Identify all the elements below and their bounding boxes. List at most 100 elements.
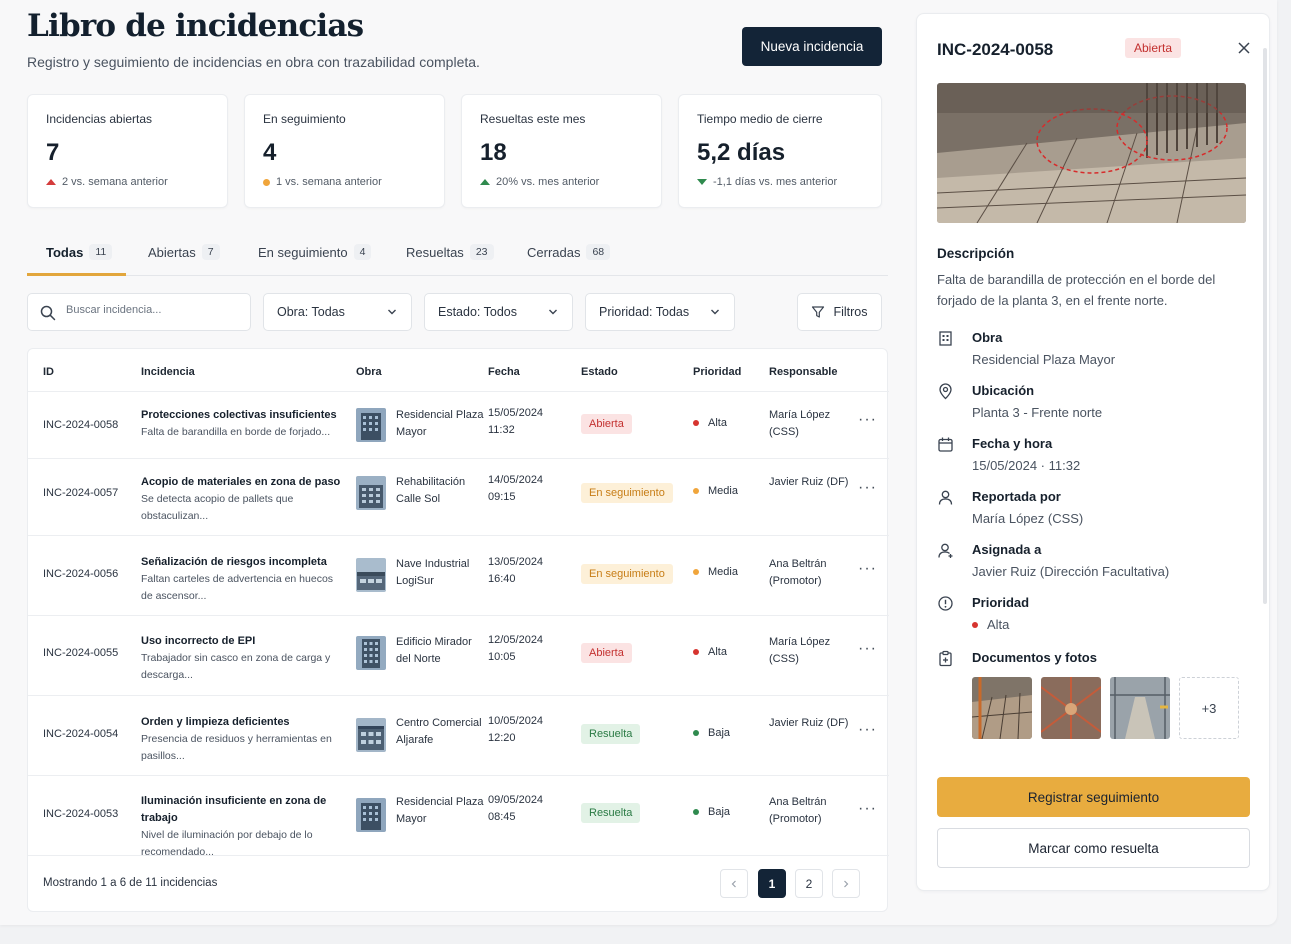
field-label-prioridad: Prioridad [972,595,1030,610]
cell-obra: Edificio Mirador del Norte [396,636,472,665]
priority-dot [693,569,699,575]
kpi-label: Resueltas este mes [480,112,586,126]
cell-responsable: María López (CSS) [769,409,831,438]
doc-thumbnail[interactable] [1041,677,1101,739]
cell-id: INC-2024-0056 [43,568,119,580]
tab-cerradas[interactable]: Cerradas 68 [527,244,611,260]
cell-fecha: 13/05/2024 16:40 [488,556,544,585]
page-button-2[interactable]: 2 [795,869,823,898]
priority-dot [693,809,699,815]
search-input[interactable] [66,304,242,316]
obra-select[interactable]: Obra: Todas [263,293,412,331]
kpi-label: Incidencias abiertas [46,112,153,126]
priority-dot [972,621,978,628]
chevron-down-icon [388,309,396,315]
col-header-fecha[interactable]: Fecha [488,366,520,378]
more-options-icon[interactable]: ··· [858,411,877,429]
description-label: Descripción [937,246,1015,261]
more-options-icon[interactable]: ··· [858,721,877,739]
table-row[interactable]: INC-2024-0053 Iluminación insuficiente e… [28,776,889,858]
status-badge: Resuelta [581,724,641,744]
tab-count: 68 [586,244,611,260]
user-assigned-icon [938,543,953,558]
table-row[interactable]: INC-2024-0056 Señalización de riesgos in… [28,536,889,616]
building-thumbnail [356,718,386,752]
table-row[interactable]: INC-2024-0057 Acopio de materiales en zo… [28,459,889,536]
col-header-obra[interactable]: Obra [356,366,382,378]
cell-obra: Rehabilitación Calle Sol [396,476,466,505]
cell-incidencia: Orden y limpieza deficientes Presencia de… [141,716,332,762]
building-thumbnail [356,476,386,510]
field-label-asignada: Asignada a [972,542,1042,557]
building-thumbnail [356,408,386,442]
filter-funnel-icon [812,306,825,318]
more-options-icon[interactable]: ··· [858,800,877,818]
status-tabs: Todas 11 Abiertas 7 En seguimiento 4 Resuel… [27,232,888,276]
col-header-incidencia[interactable]: Incidencia [141,366,195,378]
active-tab-indicator [27,273,126,276]
prev-page-button[interactable] [720,869,748,898]
cell-incidencia: Señalización de riesgos incompleta Faltan… [141,556,334,602]
incidents-table: ID Incidencia Obra Fecha Estado Priorida… [27,348,889,912]
register-followup-button[interactable]: Registrar seguimiento [937,777,1250,817]
cell-prioridad: Alta [693,417,727,429]
more-options-icon[interactable]: ··· [858,560,877,578]
cell-obra: Residencial Plaza Mayor [396,796,484,825]
doc-thumbnail[interactable] [972,677,1032,739]
tab-abiertas[interactable]: Abiertas 7 [148,244,220,260]
tab-todas[interactable]: Todas 11 [46,244,113,260]
incident-photo [937,83,1246,223]
table-row[interactable]: INC-2024-0058 Protecciones colectivas in… [28,392,889,459]
search-box [27,293,251,331]
search-icon [40,305,56,321]
doc-thumbnail[interactable] [1110,677,1170,739]
field-label-reportada: Reportada por [972,489,1061,504]
more-options-icon[interactable]: ··· [858,479,877,497]
col-header-estado[interactable]: Estado [581,366,618,378]
estado-select[interactable]: Estado: Todos [424,293,573,331]
docs-gallery: +3 [972,677,1239,739]
status-badge: Resuelta [581,803,641,823]
prioridad-select[interactable]: Prioridad: Todas [585,293,735,331]
new-incident-button[interactable]: Nueva incidencia [742,27,882,66]
col-header-responsable[interactable]: Responsable [769,366,837,378]
kpi-trend: 2 vs. semana anterior [46,176,168,188]
user-icon [938,490,953,505]
cell-prioridad: Media [693,485,738,497]
cell-prioridad: Baja [693,727,730,739]
page-button-1[interactable]: 1 [758,869,786,898]
panel-scrollbar[interactable] [1263,48,1267,604]
chevron-right-icon [844,880,849,887]
field-label-obra: Obra [972,330,1003,345]
mark-resolved-button[interactable]: Marcar como resuelta [937,828,1250,868]
close-icon[interactable] [1237,41,1251,55]
description-text: Falta de barandilla de protección en el … [937,272,1216,308]
status-badge: En seguimiento [581,483,673,503]
priority-dot [693,730,699,736]
more-options-icon[interactable]: ··· [858,640,877,658]
field-value-fecha: 15/05/2024 · 11:32 [972,458,1081,473]
chevron-down-icon [549,309,557,315]
more-docs-button[interactable]: +3 [1179,677,1239,739]
tab-en-seguimiento[interactable]: En seguimiento 4 [258,244,372,260]
cell-id: INC-2024-0055 [43,647,119,659]
table-row[interactable]: INC-2024-0055 Uso incorrecto de EPI Traba… [28,616,889,696]
chevron-left-icon [731,880,736,887]
tab-resueltas[interactable]: Resueltas 23 [406,244,494,260]
location-pin-icon [939,383,952,400]
priority-dot [693,420,699,426]
next-page-button[interactable] [832,869,860,898]
col-header-id[interactable]: ID [43,366,54,378]
priority-dot [693,649,699,655]
orange-dot-icon [263,178,270,186]
field-value-prioridad: Alta [972,617,1009,632]
cell-responsable: Javier Ruiz (DF) [769,717,849,729]
col-header-prioridad[interactable]: Prioridad [693,366,741,378]
filters-button[interactable]: Filtros [797,293,882,331]
chevron-down-icon [711,309,719,315]
table-row[interactable]: INC-2024-0054 Orden y limpieza deficient… [28,696,889,776]
cell-id: INC-2024-0057 [43,487,119,499]
detail-id: INC-2024-0058 [937,40,1054,59]
priority-dot [693,488,699,494]
cell-obra: Residencial Plaza Mayor [396,409,484,438]
